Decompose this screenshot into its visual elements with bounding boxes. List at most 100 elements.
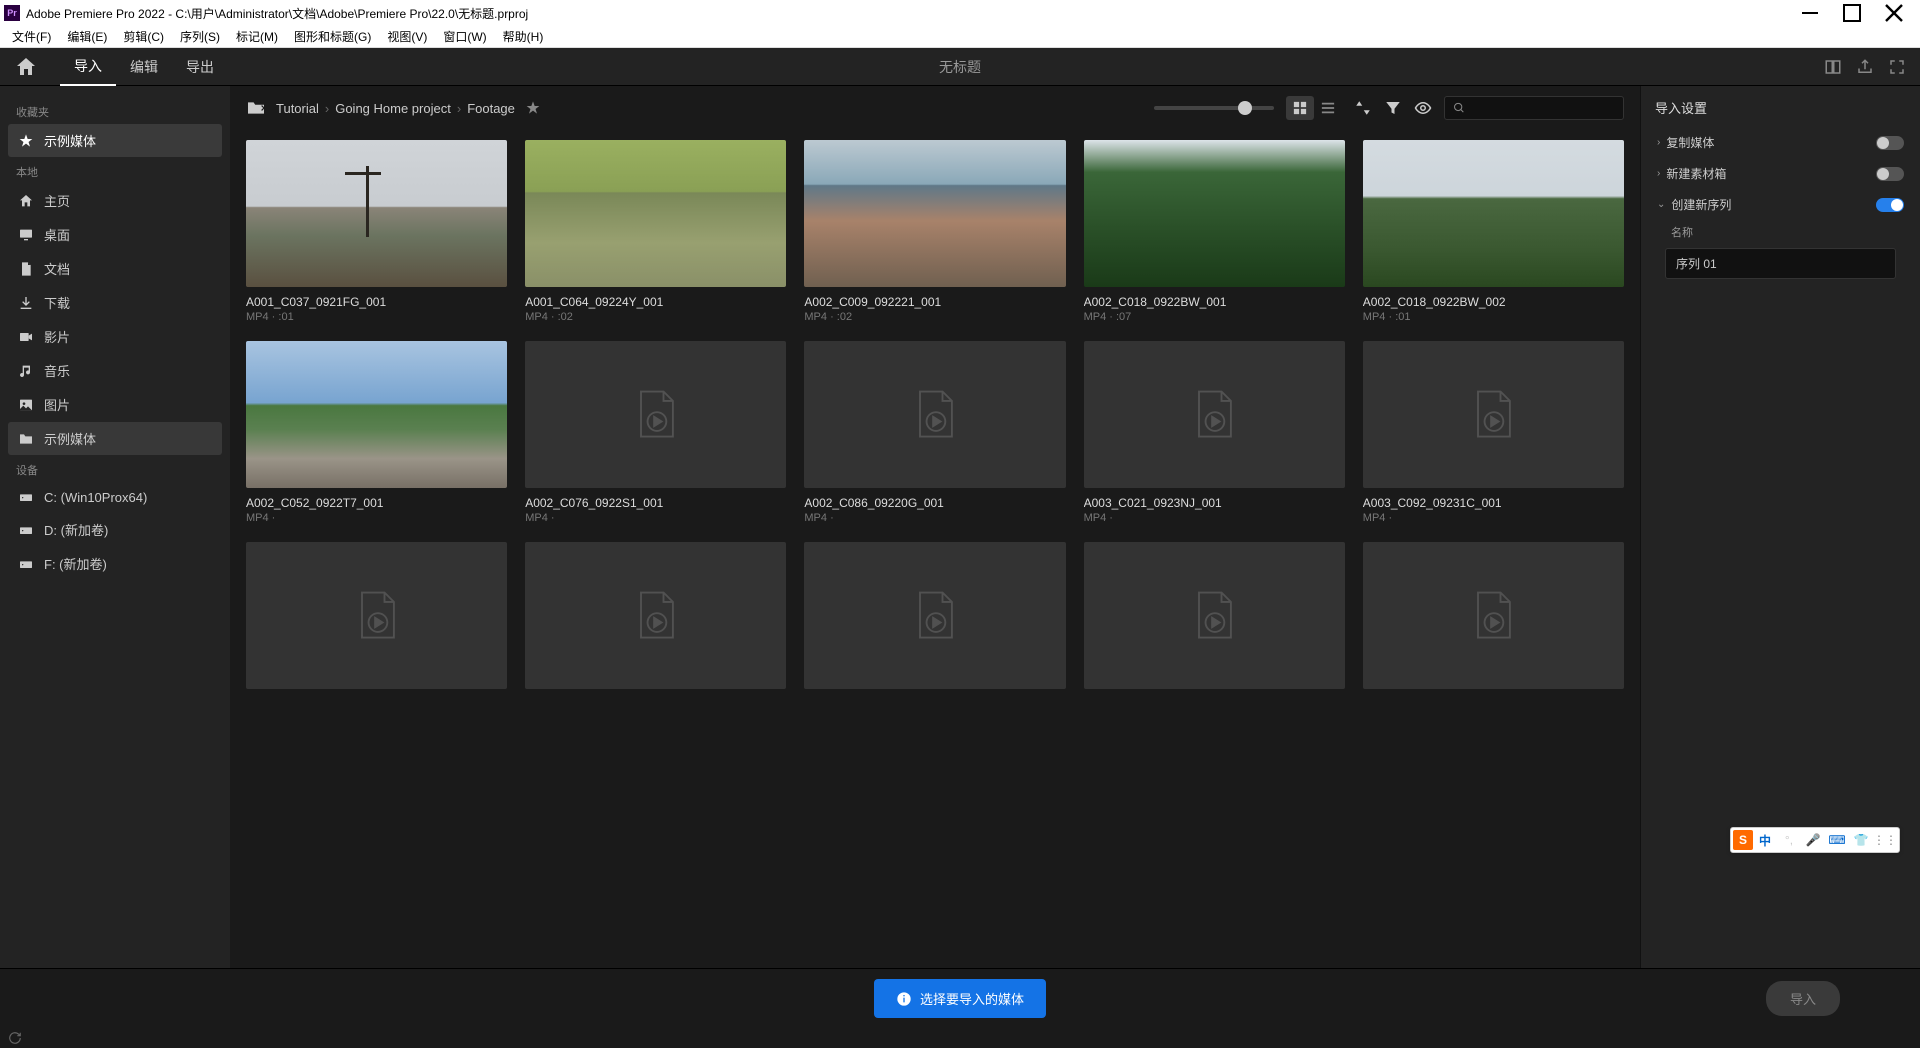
sync-icon[interactable] [8,1031,22,1045]
media-item[interactable]: A002_C018_0922BW_002MP4 · :01 [1363,140,1624,323]
media-item[interactable] [804,542,1065,699]
media-item[interactable]: A002_C052_0922T7_001MP4 · [246,341,507,524]
ime-tools-icon[interactable]: ⋮⋮ [1875,830,1895,850]
content-area: Tutorial›Going Home project›Footage A001… [230,86,1640,968]
setting-row-新建素材箱[interactable]: ›新建素材箱 [1651,158,1910,189]
search-box[interactable] [1444,96,1624,120]
menu-item-6[interactable]: 视图(V) [379,26,435,47]
setting-toggle[interactable] [1876,198,1904,212]
media-meta: MP4 · [246,512,507,524]
sidebar-item-桌面[interactable]: 桌面 [8,218,222,251]
chevron-icon: ⌄ [1657,199,1665,210]
ime-punct-icon[interactable]: °, [1779,830,1799,850]
sidebar-item-label: D: (新加卷) [44,520,108,539]
folder-dropdown-icon[interactable] [246,100,266,116]
chevron-icon: › [1657,168,1660,179]
grid-view-button[interactable] [1286,96,1314,120]
breadcrumb-Going Home project[interactable]: Going Home project [335,101,451,116]
sidebar-item-主页[interactable]: 主页 [8,184,222,217]
setting-toggle[interactable] [1876,167,1904,181]
media-thumbnail-placeholder [804,542,1065,689]
minimize-button[interactable] [1798,3,1822,23]
sidebar-item-图片[interactable]: 图片 [8,388,222,421]
menu-item-7[interactable]: 窗口(W) [435,26,494,47]
media-grid: A001_C037_0921FG_001MP4 · :01A001_C064_0… [246,140,1624,699]
menu-item-3[interactable]: 序列(S) [172,26,228,47]
media-item[interactable] [1363,542,1624,699]
media-item[interactable] [246,542,507,699]
media-item[interactable]: A002_C086_09220G_001MP4 · [804,341,1065,524]
sidebar-item-D: (新加卷)[interactable]: D: (新加卷) [8,513,222,546]
setting-row-复制媒体[interactable]: ›复制媒体 [1651,127,1910,158]
content-header: Tutorial›Going Home project›Footage [230,86,1640,130]
menu-item-2[interactable]: 剪辑(C) [115,26,172,47]
sidebar-item-文档[interactable]: 文档 [8,252,222,285]
media-item[interactable] [1084,542,1345,699]
project-title: 无标题 [939,57,981,77]
media-name: A002_C009_092221_001 [804,295,1065,309]
sidebar-item-音乐[interactable]: 音乐 [8,354,222,387]
media-meta: MP4 · [1084,512,1345,524]
sidebar-item-影片[interactable]: 影片 [8,320,222,353]
media-thumbnail [804,140,1065,287]
media-name: A003_C092_09231C_001 [1363,496,1624,510]
media-thumbnail-placeholder [1363,542,1624,689]
select-media-button[interactable]: 选择要导入的媒体 [874,979,1046,1018]
media-item[interactable] [525,542,786,699]
sort-icon[interactable] [1354,99,1372,117]
preview-icon[interactable] [1414,99,1432,117]
menu-item-1[interactable]: 编辑(E) [59,26,115,47]
media-thumbnail-placeholder [1363,341,1624,488]
media-thumbnail-placeholder [525,542,786,689]
nav-tab-编辑[interactable]: 编辑 [116,48,172,86]
zoom-slider[interactable] [1154,106,1274,110]
menu-item-5[interactable]: 图形和标题(G) [286,26,379,47]
menu-item-4[interactable]: 标记(M) [228,26,286,47]
close-button[interactable] [1882,3,1906,23]
sidebar-item-示例媒体[interactable]: 示例媒体 [8,124,222,157]
ime-mode[interactable]: 中 [1755,830,1775,850]
media-thumbnail-placeholder [1084,542,1345,689]
fullscreen-icon[interactable] [1888,58,1906,76]
ime-keyboard-icon[interactable]: ⌨ [1827,830,1847,850]
ime-toolbar[interactable]: S 中 °, 🎤 ⌨ 👕 ⋮⋮ [1730,827,1900,853]
sidebar-section-label: 收藏夹 [8,98,222,124]
breadcrumb-Tutorial[interactable]: Tutorial [276,101,319,116]
nav-tab-导入[interactable]: 导入 [60,48,116,86]
music-icon [18,363,34,379]
media-item[interactable]: A001_C037_0921FG_001MP4 · :01 [246,140,507,323]
media-item[interactable]: A002_C009_092221_001 MP4 · :02 [804,140,1065,323]
home-icon[interactable] [14,55,38,79]
media-meta: MP4 · :02 [804,311,1065,323]
sidebar-item-label: 音乐 [44,361,70,380]
ime-voice-icon[interactable]: 🎤 [1803,830,1823,850]
media-item[interactable]: A002_C076_0922S1_001MP4 · [525,341,786,524]
media-item[interactable]: A001_C064_09224Y_001MP4 · :02 [525,140,786,323]
list-view-button[interactable] [1314,96,1342,120]
workspace-icon[interactable] [1824,58,1842,76]
media-item[interactable]: A002_C018_0922BW_001MP4 · :07 [1084,140,1345,323]
media-meta: MP4 · [804,512,1065,524]
ime-skin-icon[interactable]: 👕 [1851,830,1871,850]
setting-toggle[interactable] [1876,136,1904,150]
sidebar-item-C: (Win10Prox64)[interactable]: C: (Win10Prox64) [8,482,222,512]
share-icon[interactable] [1856,58,1874,76]
sidebar-item-示例媒体[interactable]: 示例媒体 [8,422,222,455]
filter-icon[interactable] [1384,99,1402,117]
breadcrumb-separator: › [457,101,461,116]
setting-row-创建新序列[interactable]: ⌄创建新序列 [1651,189,1910,220]
sidebar-item-下载[interactable]: 下载 [8,286,222,319]
media-item[interactable]: A003_C021_0923NJ_001MP4 · [1084,341,1345,524]
sidebar-item-label: 文档 [44,259,70,278]
nav-tab-导出[interactable]: 导出 [172,48,228,86]
media-item[interactable]: A003_C092_09231C_001MP4 · [1363,341,1624,524]
menu-item-0[interactable]: 文件(F) [4,26,59,47]
favorite-star-icon[interactable] [525,100,541,116]
sidebar-item-F: (新加卷)[interactable]: F: (新加卷) [8,547,222,580]
sequence-name-input[interactable]: 序列 01 [1665,248,1896,279]
search-input[interactable] [1471,101,1615,115]
import-button[interactable]: 导入 [1766,981,1840,1016]
maximize-button[interactable] [1840,3,1864,23]
menu-item-8[interactable]: 帮助(H) [495,26,552,47]
breadcrumb-Footage[interactable]: Footage [467,101,515,116]
